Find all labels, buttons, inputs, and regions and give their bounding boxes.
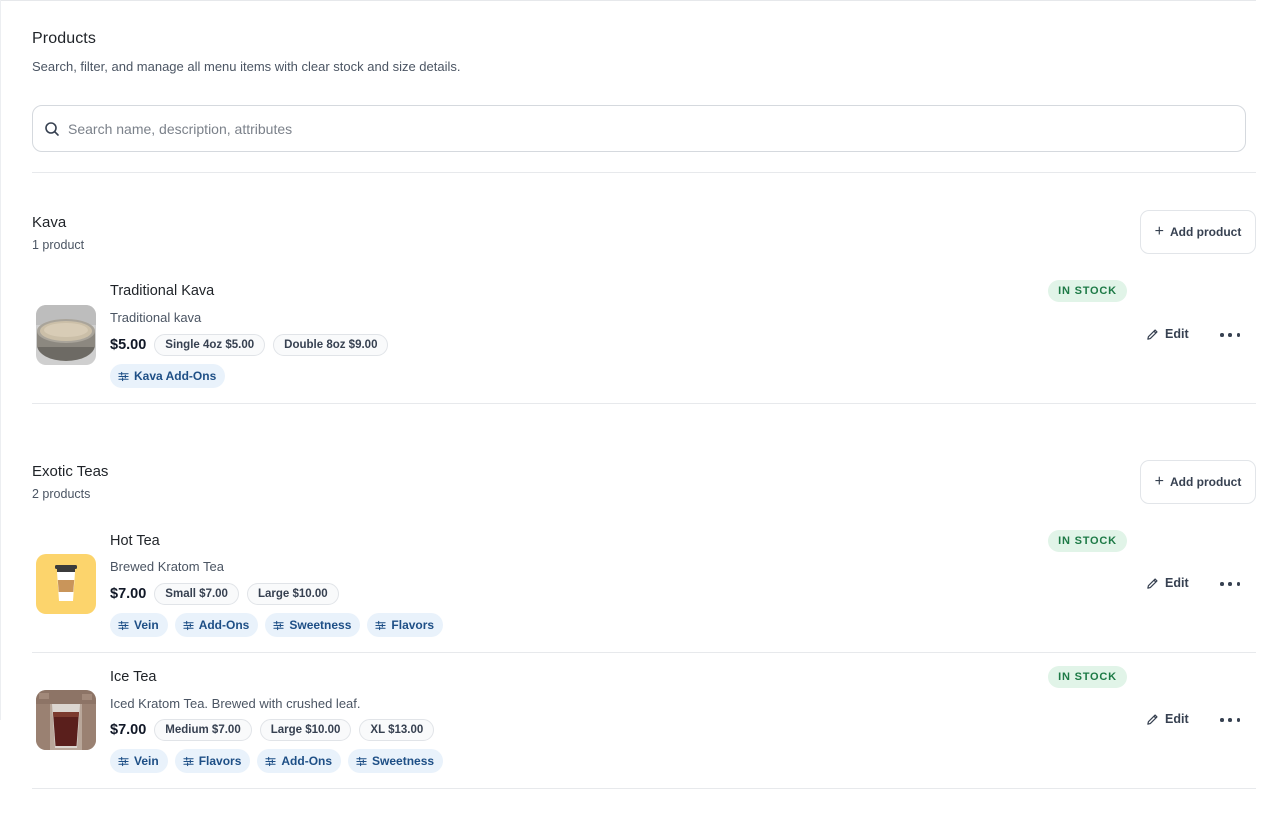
product-price: $7.00 [110,586,147,602]
category-count: 1 product [32,238,85,252]
stock-badge: IN STOCK [1048,280,1127,302]
dot [1228,582,1232,586]
product-name: Ice Tea [110,669,157,685]
product-image-kava-bowl [36,305,96,365]
dot [1220,718,1224,722]
price-row: $5.00 Single 4oz $5.00 Double 8oz $9.00 [110,334,389,356]
modifier-label: Add-Ons [198,618,250,632]
sliders-icon [265,756,277,766]
dot [1220,333,1224,337]
modifier-chip[interactable]: Kava Add-Ons [110,364,226,388]
pencil-icon [1147,328,1158,340]
modifier-label: Flavors [198,754,242,768]
more-options-button[interactable] [1220,328,1240,342]
size-chip: Large $10.00 [246,583,339,605]
stock-badge: IN STOCK [1048,666,1127,688]
product-name: Traditional Kava [110,283,215,299]
dot [1228,718,1232,722]
sliders-icon [183,756,194,766]
pencil-icon [1147,713,1158,725]
dot [1236,718,1240,722]
sliders-icon [118,756,129,766]
price-row: $7.00 Medium $7.00 Large $10.00 XL $13.0… [110,719,435,741]
product-image-iced-tea [36,690,96,750]
divider [32,652,1256,653]
divider [32,172,1256,173]
product-price: $5.00 [110,337,147,353]
dot [1236,333,1240,337]
modifier-chip[interactable]: Flavors [174,749,251,773]
modifier-chip[interactable]: Add-Ons [174,613,259,637]
size-chip: XL $13.00 [359,719,435,741]
size-chip: Single 4oz $5.00 [154,334,266,356]
pencil-icon [1147,577,1158,589]
more-options-button[interactable] [1220,577,1240,591]
modifier-row: Vein Add-Ons Sweetness Flavors [110,613,444,637]
modifier-chip[interactable]: Flavors [367,613,444,637]
modifier-row: Kava Add-Ons [110,364,226,388]
modifier-chip[interactable]: Sweetness [348,749,444,773]
category-count: 2 products [32,487,91,501]
edit-button[interactable]: Edit [1146,576,1189,590]
size-chip: Medium $7.00 [154,719,252,741]
modifier-label: Vein [134,754,159,768]
size-chip: Small $7.00 [154,583,239,605]
modifier-label: Add-Ons [281,754,333,768]
page-header: Products Search, filter, and manage all … [32,30,461,74]
price-row: $7.00 Small $7.00 Large $10.00 [110,583,339,605]
edit-label: Edit [1165,712,1189,726]
add-product-button[interactable]: + Add product [1140,210,1256,254]
add-product-button[interactable]: + Add product [1140,460,1256,504]
edit-button[interactable]: Edit [1146,327,1189,341]
more-options-button[interactable] [1220,713,1240,727]
modifier-chip[interactable]: Add-Ons [257,749,342,773]
sliders-icon [118,371,129,381]
divider [32,788,1256,789]
search-input[interactable] [68,120,1168,137]
dot [1236,582,1240,586]
sliders-icon [356,756,367,766]
modifier-label: Kava Add-Ons [134,369,217,383]
top-border [0,0,1256,1]
category-title: Kava [32,214,67,231]
search-icon [45,121,59,136]
sliders-icon [273,620,284,630]
left-border [0,0,1,720]
modifier-chip[interactable]: Sweetness [265,613,361,637]
sliders-icon [118,620,129,630]
add-product-label: Add product [1170,225,1242,239]
modifier-label: Sweetness [289,618,352,632]
page-subtitle: Search, filter, and manage all menu item… [32,59,461,74]
modifier-label: Sweetness [372,754,435,768]
product-description: Iced Kratom Tea. Brewed with crushed lea… [110,696,361,711]
modifier-row: Vein Flavors Add-Ons Sweetness [110,749,444,773]
add-product-label: Add product [1170,475,1242,489]
product-description: Brewed Kratom Tea [110,559,224,574]
dot [1228,333,1232,337]
modifier-chip[interactable]: Vein [110,749,168,773]
edit-label: Edit [1165,327,1189,341]
page-title: Products [32,30,96,47]
stock-badge: IN STOCK [1048,530,1127,552]
modifier-label: Flavors [391,618,435,632]
plus-icon: + [1154,223,1164,240]
product-description: Traditional kava [110,310,202,325]
sliders-icon [375,620,387,630]
sliders-icon [183,620,194,630]
modifier-chip[interactable]: Vein [110,613,168,637]
category-title: Exotic Teas [32,463,109,480]
product-price: $7.00 [110,722,147,738]
product-image-coffee-cup [36,554,96,614]
search-bar[interactable] [32,105,1246,152]
modifier-label: Vein [134,618,159,632]
dot [1220,582,1224,586]
edit-label: Edit [1165,576,1189,590]
product-name: Hot Tea [110,533,160,549]
plus-icon: + [1154,473,1164,490]
size-chip: Large $10.00 [259,719,352,741]
edit-button[interactable]: Edit [1146,712,1189,726]
divider [32,403,1256,404]
size-chip: Double 8oz $9.00 [273,334,389,356]
